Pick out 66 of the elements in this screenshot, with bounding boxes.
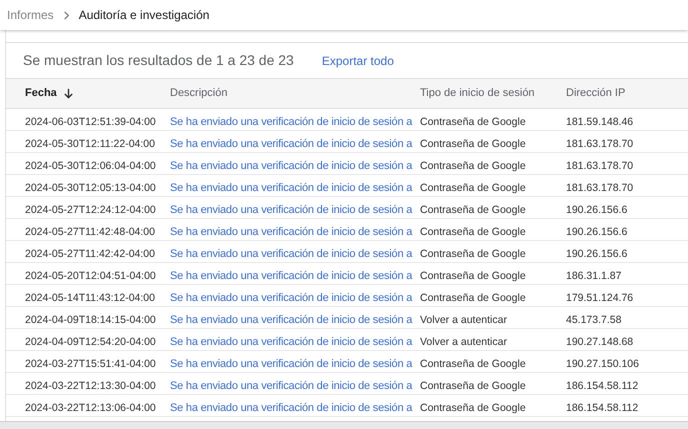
login-type-cell: Contraseña de Google (420, 402, 526, 414)
arrow-down-icon[interactable] (62, 88, 74, 99)
ip-address-cell: 45.173.7.58 (566, 314, 622, 326)
description-link[interactable]: Se ha enviado una verificación de inicio de sesión a (170, 380, 412, 392)
login-type-cell: Contraseña de Google (420, 204, 526, 216)
date-cell: 2024-06-03T12:51:39-04:00 (25, 116, 156, 128)
login-type-cell: Contraseña de Google (420, 138, 526, 150)
login-type-cell: Contraseña de Google (420, 182, 526, 194)
date-cell: 2024-03-22T12:13:06-04:00 (25, 402, 156, 414)
description-link[interactable]: Se ha enviado una verificación de inicio de sesión a (170, 226, 412, 238)
description-link[interactable]: Se ha enviado una verificación de inicio de sesión a (170, 336, 412, 348)
breadcrumb-link[interactable]: Informes (7, 6, 54, 24)
column-header[interactable]: Tipo de inicio de sesión (420, 85, 535, 102)
description-link[interactable]: Se ha enviado una verificación de inicio de sesión a (170, 402, 412, 414)
ip-address-cell: 190.27.150.106 (566, 358, 639, 370)
login-type-cell: Contraseña de Google (420, 160, 526, 172)
description-link[interactable]: Se ha enviado una verificación de inicio de sesión a (170, 204, 412, 216)
ip-address-cell: 181.63.178.70 (566, 182, 634, 194)
ip-address-cell: 190.26.156.6 (566, 226, 628, 238)
date-cell: 2024-03-22T12:13:30-04:00 (25, 380, 156, 392)
description-link[interactable]: Se ha enviado una verificación de inicio de sesión a (170, 314, 412, 326)
ip-address-cell: 181.59.148.46 (566, 116, 634, 128)
results-summary: Se muestran los resultados de 1 a 23 de 23 (23, 51, 294, 70)
description-link[interactable]: Se ha enviado una verificación de inicio de sesión a (170, 138, 412, 150)
column-header[interactable]: Dirección IP (566, 85, 626, 102)
chevron-right-icon (62, 10, 71, 20)
login-type-cell: Contraseña de Google (420, 116, 526, 128)
ip-address-cell: 181.63.178.70 (566, 138, 634, 150)
description-link[interactable]: Se ha enviado una verificación de inicio de sesión a (170, 292, 412, 304)
date-cell: 2024-05-14T11:43:12-04:00 (25, 292, 155, 304)
date-cell: 2024-03-27T15:51:41-04:00 (25, 358, 156, 370)
login-type-cell: Contraseña de Google (420, 270, 526, 282)
ip-address-cell: 181.63.178.70 (566, 160, 634, 172)
date-cell: 2024-04-09T12:54:20-04:00 (25, 336, 156, 348)
column-header[interactable]: Fecha (25, 85, 57, 102)
date-cell: 2024-05-30T12:05:13-04:00 (25, 182, 156, 194)
ip-address-cell: 186.154.58.112 (566, 402, 638, 414)
login-type-cell: Contraseña de Google (420, 292, 526, 304)
login-type-cell: Volver a autenticar (420, 314, 507, 326)
breadcrumb-current: Auditoría e investigación (78, 7, 210, 24)
description-link[interactable]: Se ha enviado una verificación de inicio de sesión a (170, 358, 412, 370)
login-type-cell: Contraseña de Google (420, 248, 526, 260)
ip-address-cell: 190.26.156.6 (566, 204, 628, 216)
description-link[interactable]: Se ha enviado una verificación de inicio de sesión a (170, 270, 412, 282)
login-type-cell: Contraseña de Google (420, 380, 526, 392)
description-link[interactable]: Se ha enviado una verificación de inicio de sesión a (170, 248, 412, 260)
ip-address-cell: 186.31.1.87 (566, 270, 622, 282)
ip-address-cell: 190.26.156.6 (566, 248, 628, 260)
description-link[interactable]: Se ha enviado una verificación de inicio de sesión a (170, 116, 412, 128)
date-cell: 2024-05-27T12:24:12-04:00 (25, 204, 156, 216)
description-link[interactable]: Se ha enviado una verificación de inicio de sesión a (170, 182, 412, 194)
column-header[interactable]: Descripción (170, 85, 228, 102)
date-cell: 2024-05-30T12:06:04-04:00 (25, 160, 156, 172)
login-type-cell: Contraseña de Google (420, 358, 526, 370)
date-cell: 2024-05-30T12:11:22-04:00 (25, 138, 155, 150)
date-cell: 2024-05-27T11:42:48-04:00 (25, 226, 155, 238)
export-link[interactable]: Exportar todo (322, 52, 394, 70)
description-link[interactable]: Se ha enviado una verificación de inicio de sesión a (170, 160, 412, 172)
login-type-cell: Contraseña de Google (420, 226, 526, 238)
date-cell: 2024-04-09T18:14:15-04:00 (25, 314, 156, 326)
ip-address-cell: 190.27.148.68 (566, 336, 634, 348)
ip-address-cell: 186.154.58.112 (566, 380, 638, 392)
login-type-cell: Volver a autenticar (420, 336, 507, 348)
date-cell: 2024-05-20T12:04:51-04:00 (25, 270, 156, 282)
ip-address-cell: 179.51.124.76 (566, 292, 634, 304)
date-cell: 2024-05-27T11:42:42-04:00 (25, 248, 155, 260)
